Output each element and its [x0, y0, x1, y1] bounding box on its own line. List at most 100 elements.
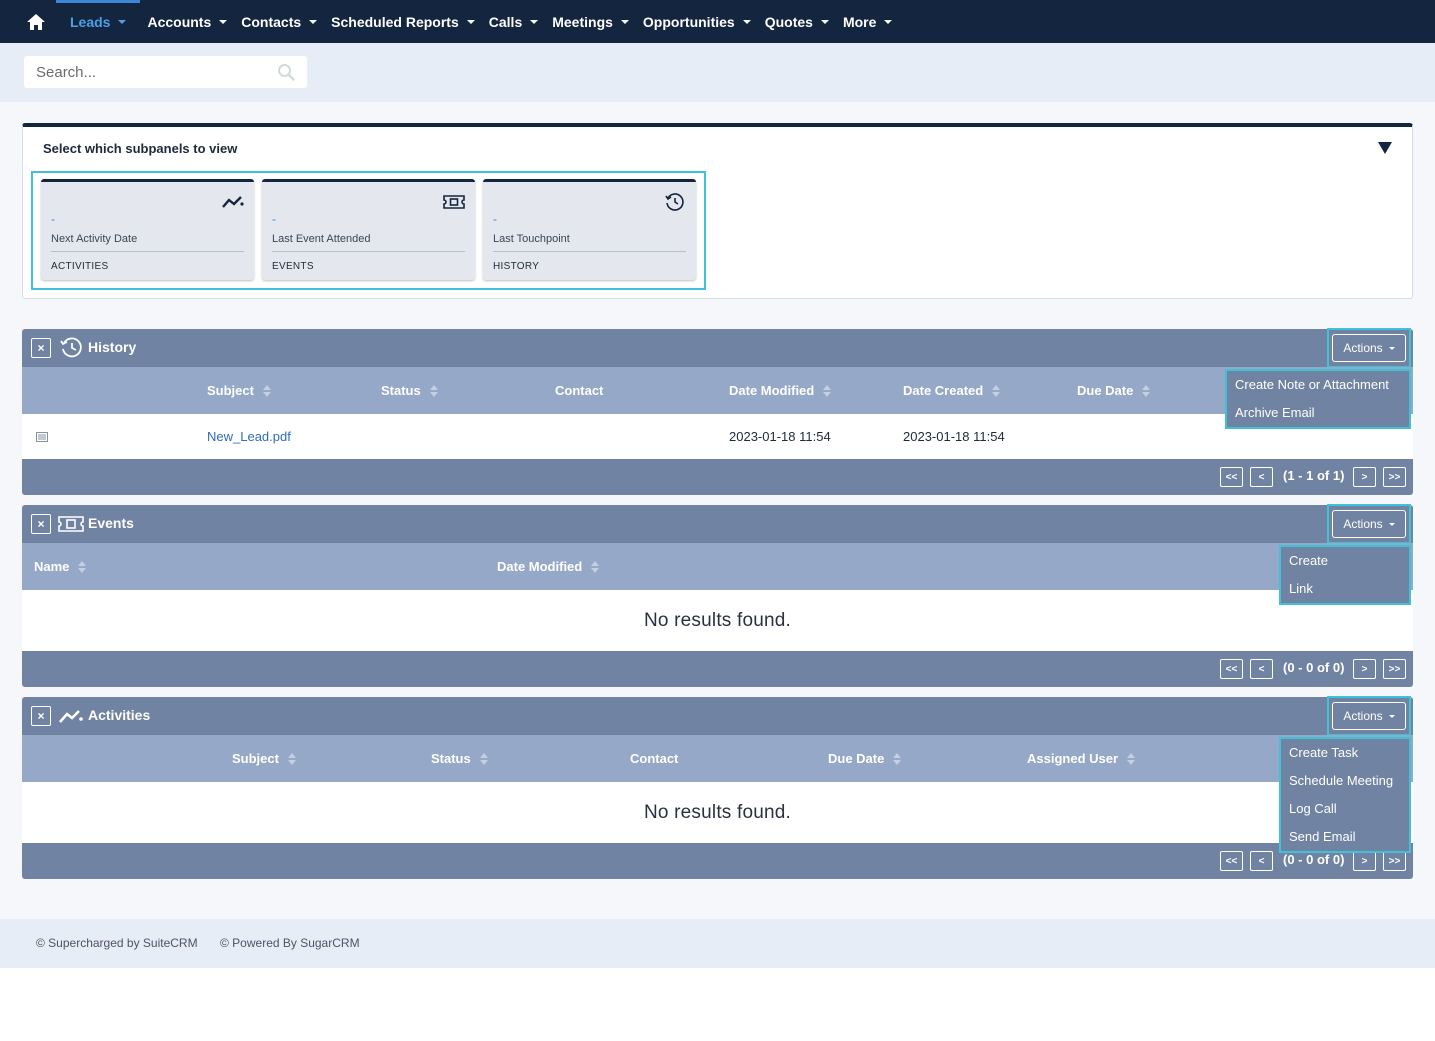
search-input[interactable]	[36, 63, 277, 81]
card-value: -	[493, 212, 497, 226]
prev-page-button[interactable]: <	[1250, 467, 1273, 487]
column-label: Contact	[630, 751, 679, 766]
actions-button[interactable]: Actions	[1332, 510, 1406, 538]
card-divider	[51, 251, 244, 252]
next-page-button[interactable]: >	[1353, 659, 1376, 679]
activities-pagination: << < (0 - 0 of 0) > >>	[22, 843, 1413, 879]
actions-highlight: Actions	[1327, 504, 1411, 544]
last-page-button[interactable]: >>	[1383, 851, 1406, 871]
caret-down-icon	[884, 19, 893, 24]
column-label: Date Created	[903, 383, 984, 398]
sort-icon[interactable]	[1142, 384, 1151, 397]
history-clock-icon	[60, 337, 82, 358]
first-page-button[interactable]: <<	[1220, 467, 1243, 487]
nav-label: Calls	[488, 13, 523, 30]
sort-icon[interactable]	[1127, 752, 1136, 765]
sort-icon[interactable]	[262, 384, 271, 397]
footer-sugarcrm-link[interactable]: © Powered By SugarCRM	[220, 936, 360, 950]
menu-item-schedule-meeting[interactable]: Schedule Meeting	[1281, 767, 1409, 795]
collapse-triangle-icon[interactable]	[1378, 142, 1392, 154]
subpanel-card-history[interactable]: - Last Touchpoint HISTORY	[483, 179, 696, 280]
last-page-button[interactable]: >>	[1383, 659, 1406, 679]
nav-item-quotes[interactable]: Quotes	[758, 0, 836, 43]
menu-item-log-call[interactable]: Log Call	[1281, 795, 1409, 823]
nav-item-leads[interactable]: Leads	[56, 0, 141, 43]
activities-body: No results found.	[22, 782, 1413, 843]
next-page-button[interactable]: >	[1353, 467, 1376, 487]
page-count: (0 - 0 of 0)	[1283, 852, 1345, 867]
card-type: HISTORY	[493, 261, 540, 272]
footer-suitecrm-link[interactable]: © Supercharged by SuiteCRM	[36, 936, 198, 950]
nav-item-meetings[interactable]: Meetings	[545, 0, 636, 43]
nav-item-more[interactable]: More	[836, 0, 899, 43]
first-page-button[interactable]: <<	[1220, 851, 1243, 871]
activity-chart-icon	[59, 710, 83, 723]
sort-icon[interactable]	[893, 752, 902, 765]
subject-link[interactable]: New_Lead.pdf	[207, 429, 291, 444]
column-status[interactable]: Status	[431, 735, 488, 782]
menu-item-link[interactable]: Link	[1281, 575, 1409, 603]
column-subject[interactable]: Subject	[232, 735, 296, 782]
caret-down-icon	[309, 19, 318, 24]
column-due-date[interactable]: Due Date	[828, 735, 902, 782]
search-icon[interactable]	[277, 63, 295, 81]
nav-label: Accounts	[147, 13, 212, 30]
menu-item-archive-email[interactable]: Archive Email	[1227, 399, 1409, 427]
events-actions-menu: Create Link	[1279, 545, 1411, 605]
column-date-created[interactable]: Date Created	[903, 367, 1001, 414]
column-date-modified[interactable]: Date Modified	[497, 543, 600, 590]
history-actions-menu: Create Note or Attachment Archive Email	[1225, 369, 1411, 429]
search-box	[24, 56, 307, 88]
card-value: -	[272, 212, 276, 226]
last-page-button[interactable]: >>	[1383, 467, 1406, 487]
nav-item-accounts[interactable]: Accounts	[140, 0, 234, 43]
caret-down-icon	[1388, 714, 1395, 718]
nav-item-opportunities[interactable]: Opportunities	[636, 0, 758, 43]
column-label: Assigned User	[1027, 751, 1119, 766]
subpanel-selector: Select which subpanels to view - Next Ac…	[22, 123, 1413, 299]
nav-item-contacts[interactable]: Contacts	[234, 0, 324, 43]
page-count: (0 - 0 of 0)	[1283, 660, 1345, 675]
menu-item-create[interactable]: Create	[1281, 547, 1409, 575]
sort-icon[interactable]	[591, 560, 600, 573]
subpanel-card-events[interactable]: - Last Event Attended EVENTS	[262, 179, 475, 280]
menu-item-create-task[interactable]: Create Task	[1281, 739, 1409, 767]
column-assigned-user[interactable]: Assigned User	[1027, 735, 1136, 782]
sort-icon[interactable]	[992, 384, 1001, 397]
column-date-modified[interactable]: Date Modified	[729, 367, 832, 414]
column-contact: Contact	[555, 367, 603, 414]
nav-item-calls[interactable]: Calls	[482, 0, 545, 43]
column-label: Subject	[232, 751, 279, 766]
actions-button[interactable]: Actions	[1332, 334, 1406, 362]
activity-chart-icon	[222, 196, 244, 208]
first-page-button[interactable]: <<	[1220, 659, 1243, 679]
subpanel-title: History	[88, 339, 137, 355]
menu-item-create-note[interactable]: Create Note or Attachment	[1227, 371, 1409, 399]
column-label: Date Modified	[497, 559, 583, 574]
actions-button[interactable]: Actions	[1332, 702, 1406, 730]
sort-icon[interactable]	[429, 384, 438, 397]
column-due-date[interactable]: Due Date	[1077, 367, 1151, 414]
activities-actions-menu: Create Task Schedule Meeting Log Call Se…	[1279, 737, 1411, 853]
nav-item-scheduled-reports[interactable]: Scheduled Reports	[324, 0, 482, 43]
sort-icon[interactable]	[287, 752, 296, 765]
menu-item-send-email[interactable]: Send Email	[1281, 823, 1409, 851]
nav-label: More	[842, 13, 877, 30]
subpanel-card-activities[interactable]: - Next Activity Date ACTIVITIES	[41, 179, 254, 280]
prev-page-button[interactable]: <	[1250, 659, 1273, 679]
prev-page-button[interactable]: <	[1250, 851, 1273, 871]
column-subject[interactable]: Subject	[207, 367, 271, 414]
actions-highlight: Actions	[1327, 328, 1411, 368]
column-name[interactable]: Name	[34, 543, 87, 590]
next-page-button[interactable]: >	[1353, 851, 1376, 871]
close-subpanel-button[interactable]: ×	[31, 706, 51, 726]
sort-icon[interactable]	[78, 560, 87, 573]
close-subpanel-button[interactable]: ×	[31, 338, 51, 358]
sort-icon[interactable]	[823, 384, 832, 397]
close-subpanel-button[interactable]: ×	[31, 514, 51, 534]
home-button[interactable]	[0, 0, 56, 43]
sort-icon[interactable]	[479, 752, 488, 765]
activities-column-headers: Subject Status Contact Due Date Assigned…	[22, 735, 1413, 782]
column-status[interactable]: Status	[381, 367, 438, 414]
history-header: × History Actions	[22, 328, 1413, 368]
